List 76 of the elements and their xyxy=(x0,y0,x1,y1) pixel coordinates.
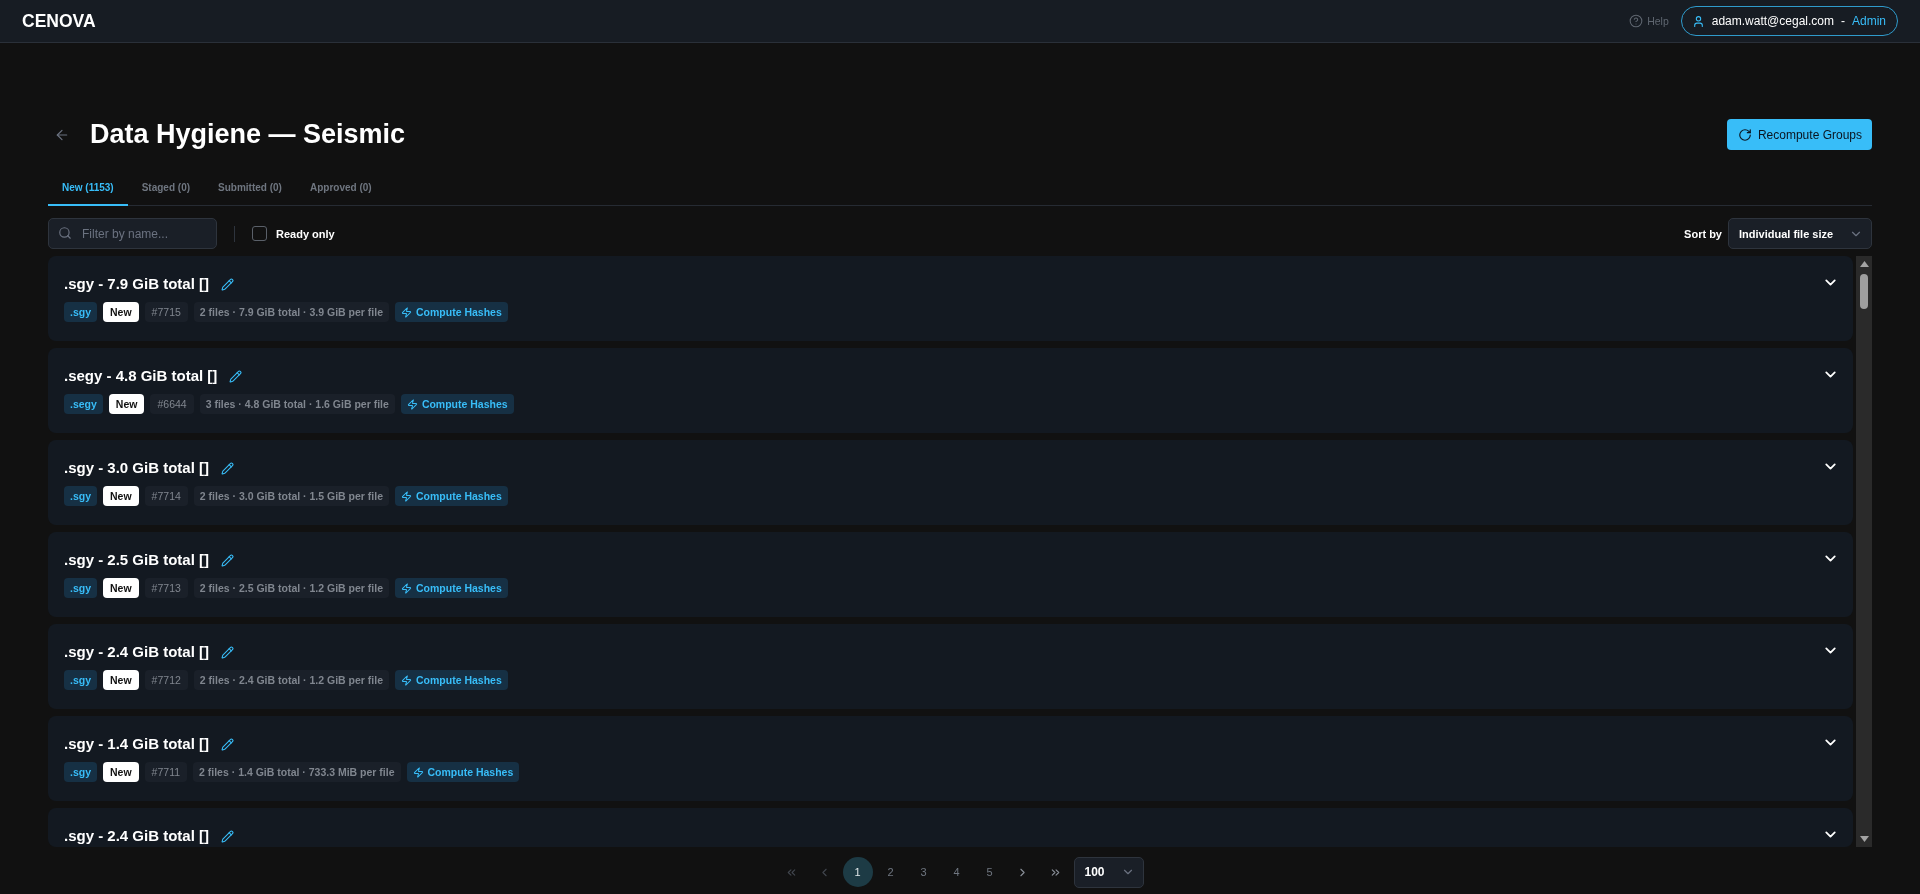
file-summary-tag: 2 files · 7.9 GiB total · 3.9 GiB per file xyxy=(193,302,390,322)
lightning-icon xyxy=(406,398,418,410)
group-title: .sgy - 2.5 GiB total [] xyxy=(64,550,210,570)
pencil-icon[interactable] xyxy=(221,645,235,659)
status-tag: New xyxy=(103,302,139,322)
extension-tag: .segy xyxy=(64,394,103,414)
scrollbar[interactable] xyxy=(1856,256,1872,847)
file-summary-tag: 2 files · 1.4 GiB total · 733.3 MiB per file xyxy=(193,762,401,782)
extension-tag: .sgy xyxy=(64,486,97,506)
file-summary-tag: 2 files · 2.4 GiB total · 1.2 GiB per file xyxy=(193,670,390,690)
status-tag: New xyxy=(103,670,139,690)
group-number-tag: #6644 xyxy=(150,394,194,414)
help-icon xyxy=(1629,14,1644,28)
compute-hashes-button[interactable]: Compute Hashes xyxy=(395,670,508,690)
scroll-down-triangle-icon[interactable] xyxy=(1859,836,1869,842)
sort-select[interactable]: Individual file size xyxy=(1728,218,1872,249)
file-summary-tag: 3 files · 4.8 GiB total · 1.6 GiB per file xyxy=(199,394,395,414)
lightning-icon xyxy=(401,490,413,502)
search-field[interactable]: Filter by name... xyxy=(48,218,217,249)
pencil-icon[interactable] xyxy=(221,829,235,843)
page-button[interactable]: 5 xyxy=(974,857,1005,887)
checkbox-label: Ready only xyxy=(276,227,335,240)
group-title: .sgy - 2.4 GiB total [] xyxy=(64,826,210,846)
user-icon xyxy=(1691,14,1705,28)
page-button[interactable]: 2 xyxy=(875,857,906,887)
group-number-tag: #7712 xyxy=(144,670,188,690)
pencil-icon[interactable] xyxy=(221,737,235,751)
page-size-select[interactable]: 100 xyxy=(1073,856,1144,888)
lightning-icon xyxy=(401,306,413,318)
scroll-up-triangle-icon[interactable] xyxy=(1859,261,1869,267)
lightning-icon xyxy=(401,674,413,686)
group-number-tag: #7715 xyxy=(144,302,188,322)
compute-hashes-button[interactable]: Compute Hashes xyxy=(400,394,514,414)
file-summary-tag: 2 files · 3.0 GiB total · 1.5 GiB per file xyxy=(193,486,390,506)
group-title: .sgy - 2.4 GiB total [] xyxy=(64,642,210,662)
scrollbar-thumb[interactable] xyxy=(1860,274,1868,309)
page-button[interactable]: 3 xyxy=(908,857,939,887)
pencil-icon[interactable] xyxy=(221,277,235,291)
checkbox[interactable] xyxy=(252,226,267,241)
sort-label: Sort by xyxy=(1684,227,1722,240)
compute-hashes-button[interactable]: Compute Hashes xyxy=(395,486,508,506)
extension-tag: .sgy xyxy=(64,670,97,690)
extension-tag: .sgy xyxy=(64,302,97,322)
group-number-tag: #7714 xyxy=(144,486,188,506)
lightning-icon xyxy=(412,766,424,778)
compute-hashes-button[interactable]: Compute Hashes xyxy=(406,762,520,782)
lightning-icon xyxy=(401,582,413,594)
recompute-groups-button[interactable]: Recompute Groups xyxy=(1726,119,1872,150)
status-tag: New xyxy=(108,394,145,414)
tab[interactable]: Approved (0) xyxy=(295,171,386,206)
tab[interactable]: New (1153) xyxy=(48,171,128,206)
page-title: Data Hygiene — Seismic xyxy=(90,119,406,150)
tab[interactable]: Submitted (0) xyxy=(204,171,296,206)
page-button[interactable]: 1 xyxy=(842,857,873,887)
file-summary-tag: 2 files · 2.5 GiB total · 1.2 GiB per file xyxy=(193,578,390,598)
group-title: .segy - 4.8 GiB total [] xyxy=(64,366,218,386)
pencil-icon[interactable] xyxy=(221,461,235,475)
compute-hashes-button[interactable]: Compute Hashes xyxy=(395,578,508,598)
group-number-tag: #7711 xyxy=(144,762,188,782)
group-title: .sgy - 1.4 GiB total [] xyxy=(64,734,210,754)
compute-hashes-button[interactable]: Compute Hashes xyxy=(395,302,508,322)
extension-tag: .sgy xyxy=(64,762,97,782)
status-tag: New xyxy=(103,578,139,598)
search-icon xyxy=(58,226,72,240)
group-title: .sgy - 7.9 GiB total [] xyxy=(64,274,210,294)
status-tag: New xyxy=(103,486,139,506)
extension-tag: .sgy xyxy=(64,578,97,598)
page-button[interactable]: 4 xyxy=(941,857,972,887)
pencil-icon[interactable] xyxy=(221,553,235,567)
group-title: .sgy - 3.0 GiB total [] xyxy=(64,458,210,478)
tab[interactable]: Staged (0) xyxy=(127,171,205,206)
group-number-tag: #7713 xyxy=(144,578,188,598)
status-tag: New xyxy=(103,762,139,782)
refresh-icon xyxy=(1737,127,1752,142)
pencil-icon[interactable] xyxy=(229,369,243,383)
logo: CENOVA xyxy=(22,10,96,32)
